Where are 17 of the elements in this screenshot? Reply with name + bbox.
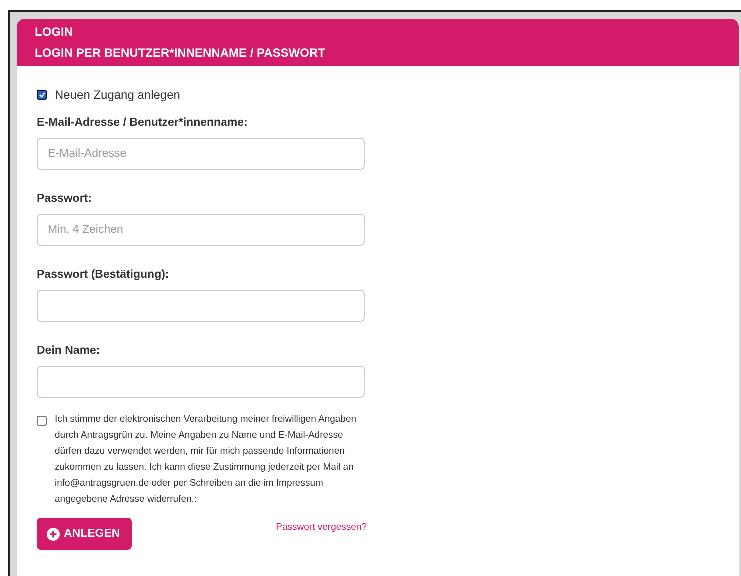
input-field[interactable] <box>37 290 365 322</box>
checkbox[interactable] <box>37 416 47 426</box>
input-field[interactable]: Min. 4 Zeichen <box>37 214 365 246</box>
checkbox[interactable] <box>37 90 47 100</box>
create-button[interactable]: ANLEGEN <box>37 518 132 550</box>
field-label: E-Mail-Adresse / Benutzer*innenname: <box>37 117 249 129</box>
checkbox-label: Neuen Zugang anlegen <box>55 88 180 102</box>
header-title: LOGIN <box>35 25 74 40</box>
forgot-password-link[interactable]: Passwort vergessen? <box>276 522 367 533</box>
input-field[interactable] <box>37 366 365 398</box>
consent-text: Ich stimme der elektronischen Verarbeitung meiner freiwilligen Angaben durch Antragsgrün zu. Meine Angaben zu Name und E-Mail-Adresse dürfen dazu verwendet werden, mir für mich passende Informationen zukommen zu lassen. Ich kann diese Zustimmung jederzeit per Mail an info@antragsgruen.de oder per Schreiben an die im Impressum angegebene Adresse widerrufen.: <box>55 413 358 507</box>
field-label: Passwort (Bestätigung): <box>37 269 170 281</box>
field-label: Passwort: <box>37 193 93 205</box>
header-subtitle: LOGIN PER BENUTZER*INNENNAME / PASSWORT <box>35 46 326 61</box>
field-label: Dein Name: <box>37 345 102 357</box>
plus-circle-icon <box>47 528 60 540</box>
input-field[interactable]: E-Mail-Adresse <box>37 138 365 170</box>
